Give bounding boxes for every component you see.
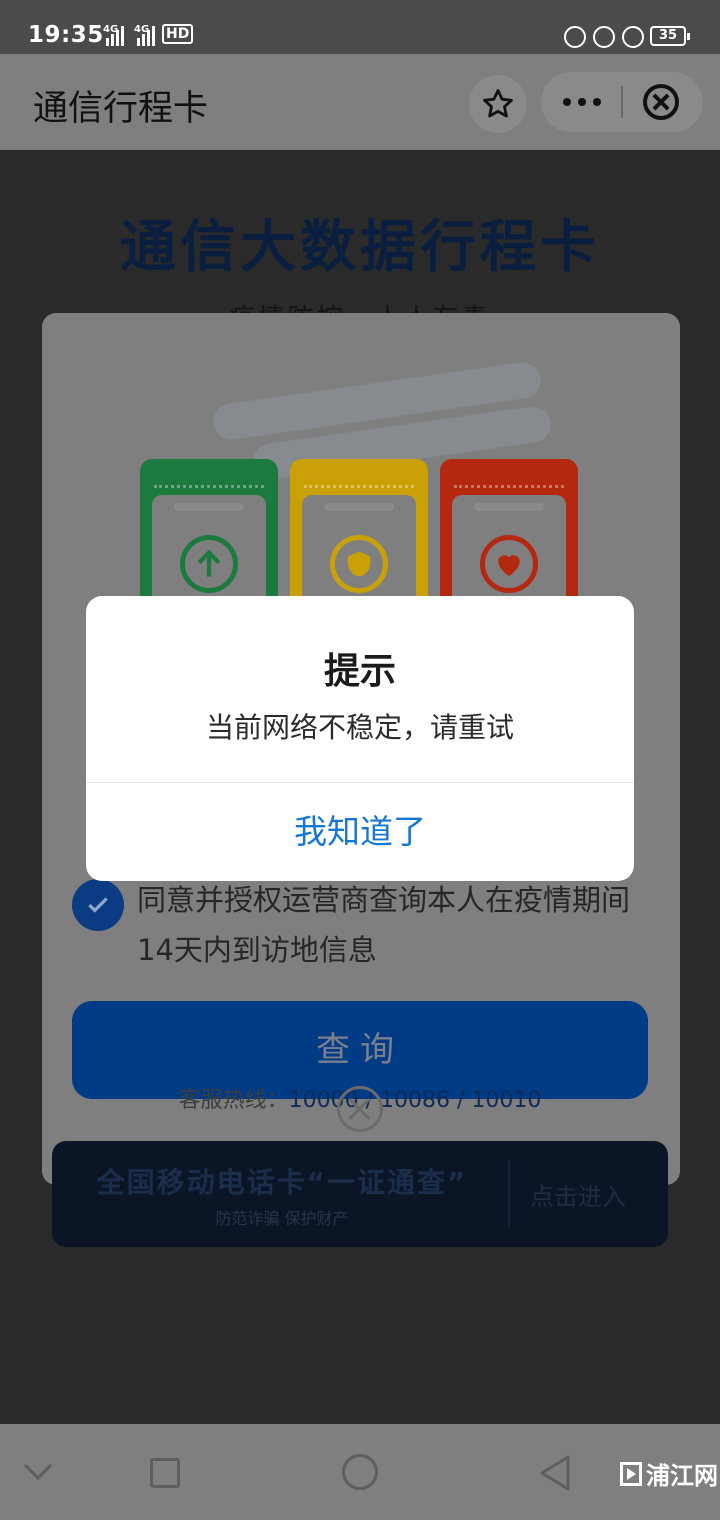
- status-time: 19:35: [28, 22, 104, 48]
- hotline-numbers: 10000 / 10086 / 10010: [288, 1088, 542, 1113]
- data-saver-icon: [564, 26, 586, 48]
- status-bar: 19:35 4G 4G HD 35: [0, 0, 720, 54]
- recents-icon[interactable]: [150, 1458, 180, 1488]
- hotline-label: 客服热线：: [178, 1088, 289, 1113]
- agree-checkbox[interactable]: [72, 879, 124, 931]
- arrow-up-icon: [180, 535, 238, 593]
- one-id-check-banner[interactable]: 全国移动电话卡“一证通查” 防范诈骗 保护财产 点击进入: [52, 1141, 668, 1247]
- star-icon: [483, 89, 513, 118]
- shield-icon: [330, 535, 388, 593]
- capsule-divider: [621, 86, 623, 118]
- signal-icon: [106, 22, 124, 46]
- heart-icon: [480, 535, 538, 593]
- back-icon[interactable]: [538, 1454, 572, 1492]
- banner-title: 全国移动电话卡“一证通查”: [96, 1166, 468, 1199]
- system-nav-bar: 浦江网: [0, 1424, 720, 1520]
- rotation-lock-icon: [593, 26, 615, 48]
- banner-subtitle: 防范诈骗 保护财产: [215, 1209, 349, 1228]
- agree-text: 同意并授权运营商查询本人在疫情期间14天内到访地信息: [137, 883, 631, 967]
- alert-dialog: 提示 当前网络不稳定，请重试 我知道了: [86, 596, 634, 881]
- banner-enter-link[interactable]: 点击进入: [530, 1177, 626, 1212]
- close-icon[interactable]: [643, 84, 679, 120]
- more-icon[interactable]: [563, 98, 601, 106]
- watermark-text: 浦江网: [646, 1462, 718, 1490]
- watermark: 浦江网: [620, 1456, 718, 1491]
- watermark-logo-icon: [620, 1461, 642, 1486]
- ad-close-icon[interactable]: [337, 1086, 383, 1132]
- dialog-title: 提示: [323, 651, 396, 692]
- battery-icon: 35: [650, 26, 690, 46]
- mini-program-capsule: [541, 72, 703, 132]
- favorite-button[interactable]: [469, 75, 527, 133]
- home-icon[interactable]: [342, 1454, 378, 1490]
- hd-icon: HD: [162, 24, 194, 44]
- check-icon: [88, 897, 108, 913]
- alarm-icon: [622, 26, 644, 48]
- chevron-down-icon[interactable]: [23, 1451, 53, 1481]
- banner-divider: [508, 1161, 510, 1227]
- dialog-confirm-button[interactable]: 我知道了: [86, 783, 634, 881]
- signal-icon: [137, 22, 155, 46]
- page-title: 通信行程卡: [33, 89, 209, 129]
- page-heading: 通信大数据行程卡: [120, 215, 600, 280]
- dialog-message: 当前网络不稳定，请重试: [205, 711, 514, 744]
